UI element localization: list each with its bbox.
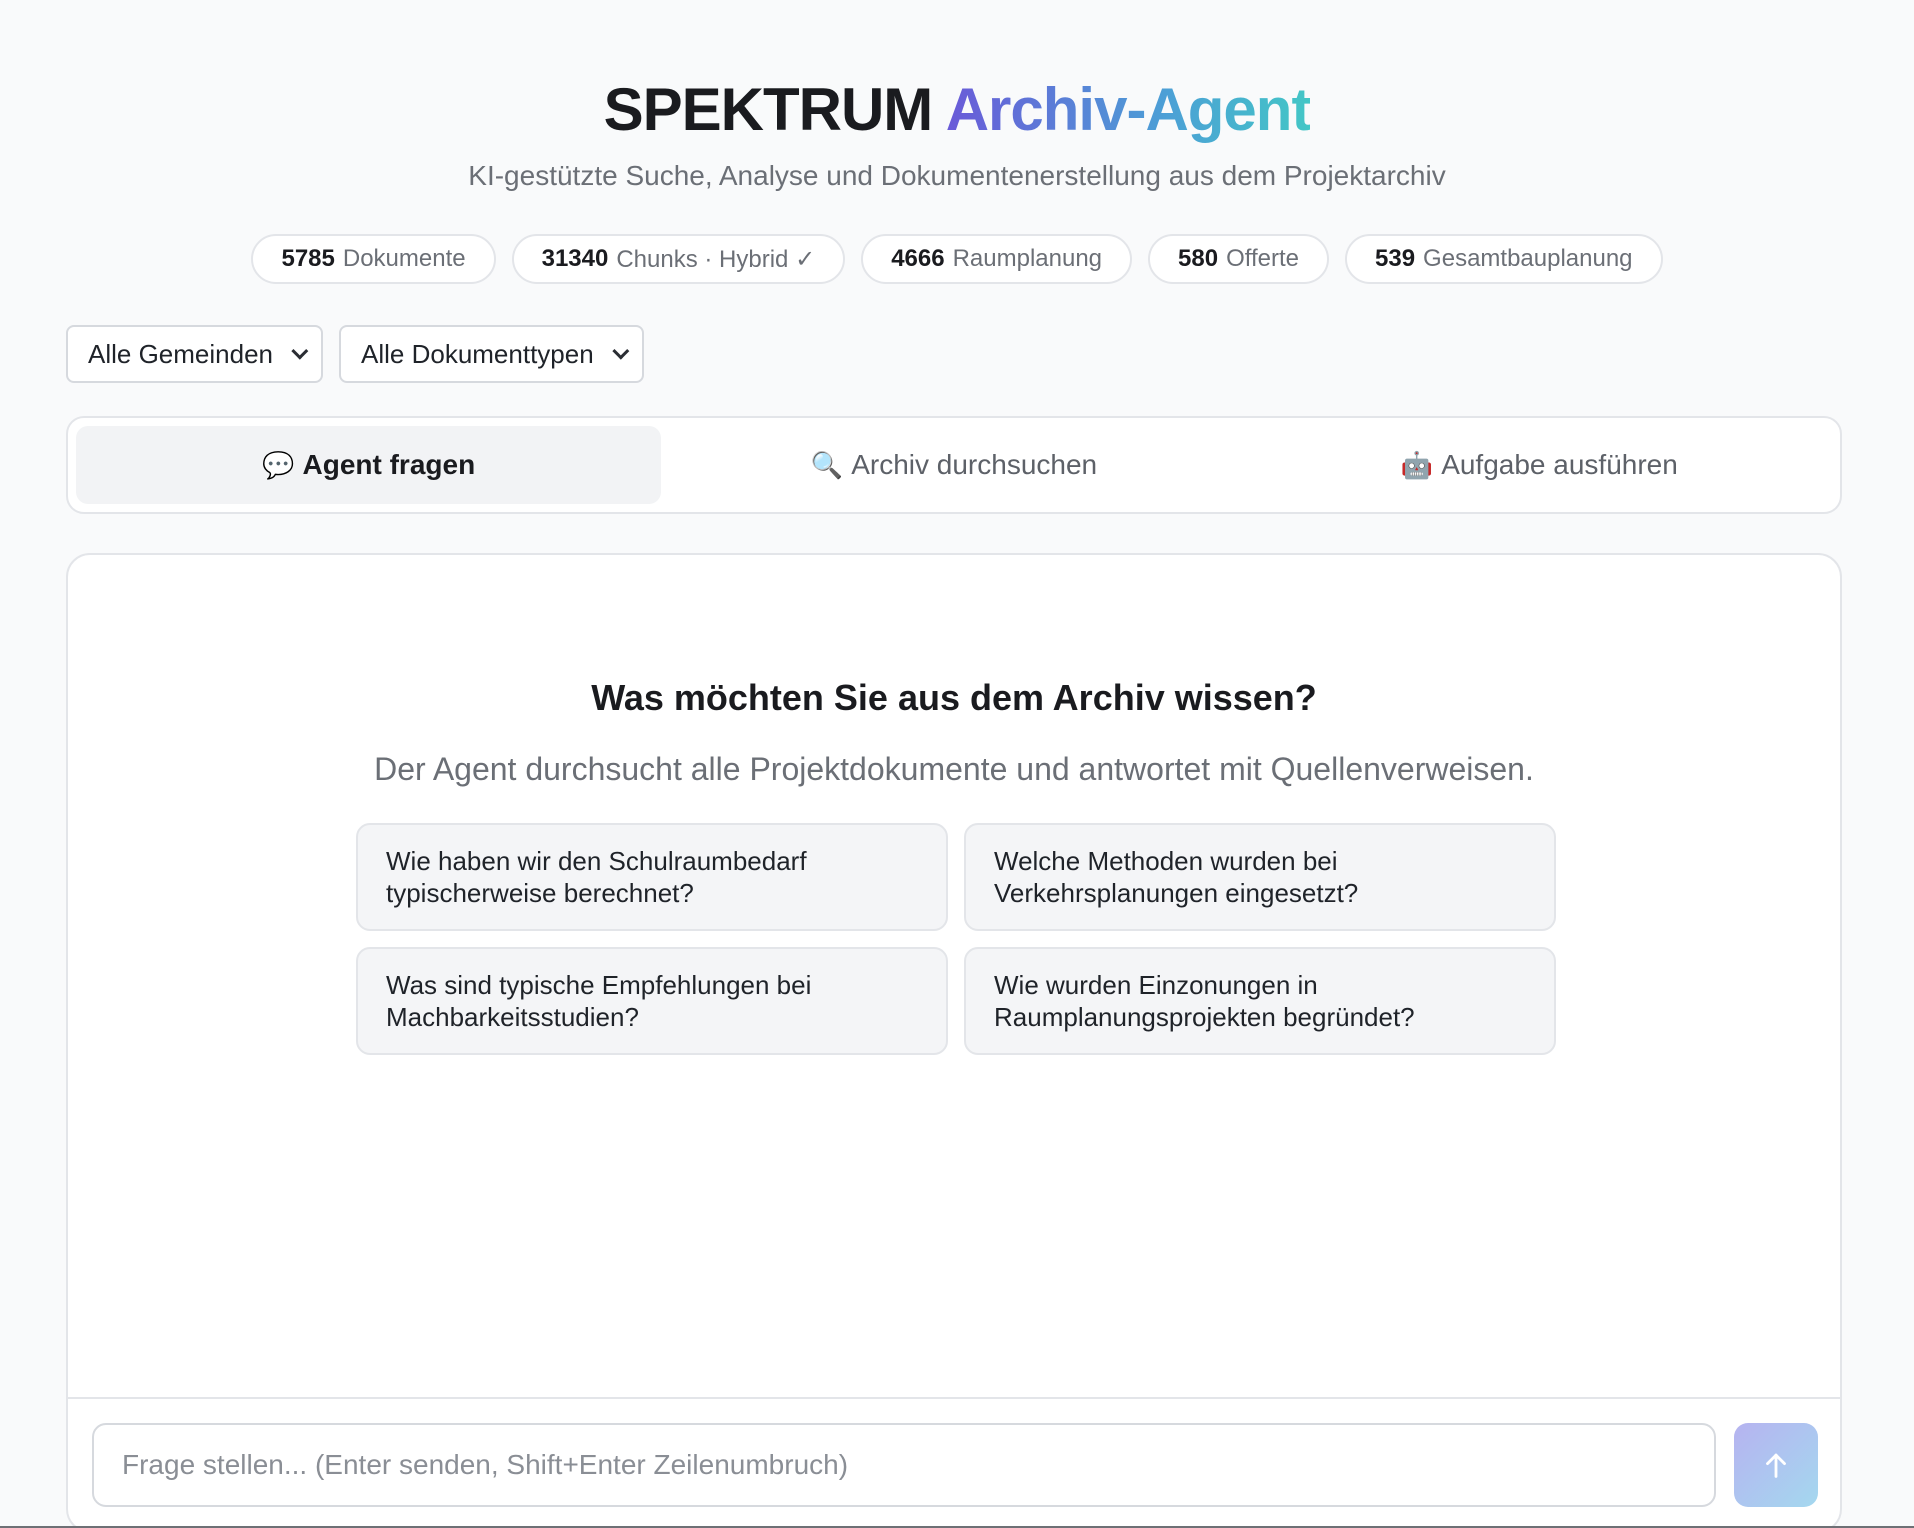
stat-label: Dokumente [342, 245, 466, 272]
welcome-title: Was möchten Sie aus dem Archiv wissen? [591, 677, 1317, 718]
suggestion-button[interactable]: Was sind typische Empfehlungen bei Machb… [356, 947, 948, 1055]
stat-label: Offerte [1226, 245, 1299, 272]
stat-count: 5785 [281, 245, 335, 272]
dokumenttyp-select[interactable]: Alle Dokumenttypen [339, 325, 644, 383]
stat-chunks: 31340 Chunks · Hybrid ✓ [511, 234, 846, 284]
stat-label: Chunks · Hybrid ✓ [616, 245, 816, 273]
tab-label: Archiv durchsuchen [851, 449, 1098, 480]
stat-label: Raumplanung [952, 245, 1103, 272]
tab-aufgabe-ausfuehren[interactable]: 🤖 Aufgabe ausführen [1247, 426, 1832, 504]
input-divider [68, 1397, 1840, 1399]
title-accent: Archiv-Agent [945, 76, 1312, 143]
gemeinde-select[interactable]: Alle Gemeinden [66, 325, 323, 383]
stat-count: 4666 [891, 245, 945, 272]
page-header: SPEKTRUM Archiv-Agent KI-gestützte Suche… [0, 72, 1914, 194]
suggestion-button[interactable]: Wie wurden Einzonungen in Raumplanungspr… [964, 947, 1556, 1055]
stat-gesamtbauplanung: 539 Gesamtbauplanung [1345, 234, 1663, 284]
tab-label: Aufgabe ausführen [1441, 449, 1678, 480]
chevron-down-icon [291, 342, 309, 360]
magnifier-icon: 🔍 [810, 449, 844, 480]
chevron-down-icon [612, 342, 630, 360]
arrow-up-icon [1766, 1453, 1786, 1478]
chat-panel: Was möchten Sie aus dem Archiv wissen? D… [66, 553, 1842, 1528]
suggestion-grid: Wie haben wir den Schulraumbedarf typisc… [356, 823, 1556, 1055]
tab-archiv-durchsuchen[interactable]: 🔍 Archiv durchsuchen [661, 426, 1246, 504]
stat-dokumente: 5785 Dokumente [251, 234, 496, 284]
title-brand: SPEKTRUM [603, 76, 934, 143]
speech-bubble-icon: 💬 [262, 449, 295, 480]
suggestion-button[interactable]: Wie haben wir den Schulraumbedarf typisc… [356, 823, 948, 931]
dokumenttyp-select-value: Alle Dokumenttypen [361, 338, 594, 369]
send-button[interactable] [1734, 1423, 1818, 1507]
robot-icon: 🤖 [1400, 449, 1434, 480]
mode-tabs: 💬 Agent fragen 🔍 Archiv durchsuchen 🤖 Au… [66, 416, 1842, 514]
suggestion-button[interactable]: Welche Methoden wurden bei Verkehrsplanu… [964, 823, 1556, 931]
tab-label: Agent fragen [302, 449, 476, 480]
stat-count: 580 [1178, 245, 1219, 272]
page-title: SPEKTRUM Archiv-Agent [0, 72, 1914, 148]
stat-count: 31340 [541, 245, 609, 272]
welcome-subtitle: Der Agent durchsucht alle Projektdokumen… [374, 751, 1534, 787]
filter-bar: Alle Gemeinden Alle Dokumenttypen [66, 325, 644, 383]
stat-count: 539 [1375, 245, 1416, 272]
stats-bar: 5785 Dokumente 31340 Chunks · Hybrid ✓ 466… [0, 234, 1914, 284]
stat-offerte: 580 Offerte [1148, 234, 1329, 284]
tab-agent-fragen[interactable]: 💬 Agent fragen [76, 426, 662, 504]
question-input[interactable] [92, 1423, 1716, 1507]
gemeinde-select-value: Alle Gemeinden [88, 338, 273, 369]
stat-raumplanung: 4666 Raumplanung [861, 234, 1133, 284]
page-subtitle: KI-gestützte Suche, Analyse und Dokument… [468, 160, 1446, 191]
stat-label: Gesamtbauplanung [1423, 245, 1633, 272]
